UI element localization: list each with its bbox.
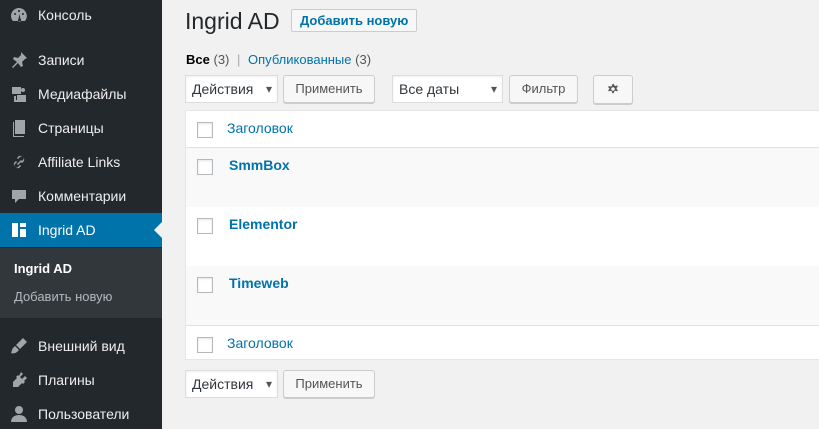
- row-title-link[interactable]: Timeweb: [229, 275, 289, 291]
- menu-label: Affiliate Links: [38, 154, 121, 170]
- menu-label: Пользователи: [38, 406, 130, 422]
- table-header: Заголовок: [186, 111, 819, 147]
- row-title-link[interactable]: Elementor: [229, 216, 297, 232]
- column-title-footer[interactable]: Заголовок: [227, 335, 293, 351]
- menu-label: Ingrid AD: [38, 222, 96, 238]
- apply-button[interactable]: Применить: [283, 75, 375, 103]
- filter-all[interactable]: Все: [186, 52, 210, 67]
- menu-item-ingrid-ad[interactable]: Ingrid AD: [0, 213, 162, 247]
- settings-button[interactable]: [593, 75, 633, 104]
- table-footer: Заголовок: [186, 326, 819, 360]
- posts-table: Заголовок SmmBox Elementor Timeweb Загол…: [185, 110, 819, 360]
- media-icon: [0, 84, 38, 104]
- date-filter-select[interactable]: Все даты: [392, 75, 503, 103]
- brush-icon: [0, 336, 38, 356]
- menu-item-plugins[interactable]: Плагины: [0, 363, 162, 397]
- filter-published-count: (3): [355, 52, 372, 67]
- comment-icon: [0, 186, 38, 206]
- submenu-item-add-new[interactable]: Добавить новую: [14, 289, 112, 304]
- menu-item-comments[interactable]: Комментарии: [0, 179, 162, 213]
- main-content: Ingrid AD Добавить новую Все (3) | Опубл…: [162, 0, 819, 429]
- select-all-checkbox[interactable]: [197, 337, 213, 353]
- pin-icon: [0, 50, 38, 70]
- row-checkbox[interactable]: [197, 159, 213, 175]
- row-checkbox[interactable]: [197, 277, 213, 293]
- plugin-icon: [0, 370, 38, 390]
- bulk-actions-select[interactable]: Действия: [185, 75, 278, 103]
- table-row: SmmBox: [186, 148, 819, 207]
- add-new-button[interactable]: Добавить новую: [291, 9, 418, 32]
- menu-item-pages[interactable]: Страницы: [0, 111, 162, 145]
- menu-item-affiliate-links[interactable]: Affiliate Links: [0, 145, 162, 179]
- menu-label: Записи: [38, 52, 85, 68]
- menu-label: Страницы: [38, 120, 104, 136]
- menu-label: Консоль: [38, 7, 92, 23]
- dashboard-icon: [0, 5, 38, 25]
- menu-item-media[interactable]: Медиафайлы: [0, 77, 162, 111]
- submenu: Ingrid AD Добавить новую: [0, 248, 162, 318]
- bulk-actions-select-bottom[interactable]: Действия: [185, 370, 278, 398]
- status-filters: Все (3) | Опубликованные (3): [186, 52, 371, 67]
- page-title: Ingrid AD: [185, 8, 280, 34]
- row-checkbox[interactable]: [197, 218, 213, 234]
- menu-item-console[interactable]: Консоль: [0, 0, 162, 30]
- filter-button[interactable]: Фильтр: [509, 75, 578, 103]
- apply-button-bottom[interactable]: Применить: [283, 370, 375, 398]
- filter-separator: |: [237, 52, 241, 67]
- menu-label: Комментарии: [38, 188, 127, 204]
- menu-label: Внешний вид: [38, 338, 125, 354]
- select-all-checkbox[interactable]: [197, 122, 213, 138]
- row-title-link[interactable]: SmmBox: [229, 157, 290, 173]
- filter-all-count: (3): [213, 52, 230, 67]
- gear-icon: [607, 83, 619, 98]
- menu-item-posts[interactable]: Записи: [0, 43, 162, 77]
- pages-icon: [0, 118, 38, 138]
- menu-label: Плагины: [38, 372, 95, 388]
- table-row: Timeweb: [186, 266, 819, 325]
- menu-item-appearance[interactable]: Внешний вид: [0, 329, 162, 363]
- layout-icon: [0, 220, 38, 240]
- admin-sidebar: Консоль Записи Медиафайлы Страницы Affil…: [0, 0, 162, 429]
- submenu-item-ingrid-ad[interactable]: Ingrid AD: [14, 261, 72, 276]
- filter-published[interactable]: Опубликованные: [248, 52, 352, 67]
- users-icon: [0, 404, 38, 424]
- menu-label: Медиафайлы: [38, 86, 127, 102]
- menu-item-users[interactable]: Пользователи: [0, 397, 162, 429]
- column-title-header[interactable]: Заголовок: [227, 120, 293, 136]
- link-icon: [0, 152, 38, 172]
- table-row: Elementor: [186, 207, 819, 266]
